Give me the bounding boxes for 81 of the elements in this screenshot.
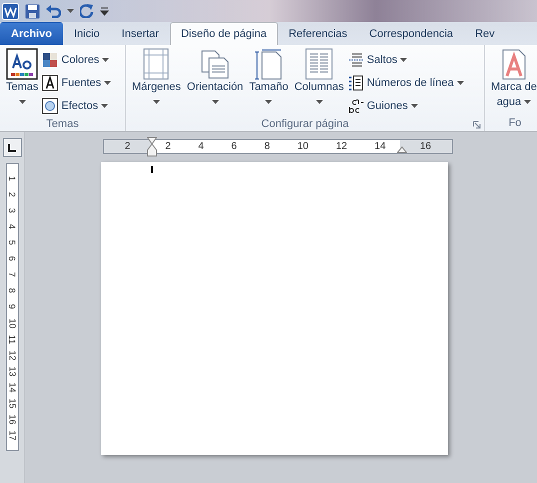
hyphenation-icon: [348, 98, 364, 114]
ruler-number: 1: [8, 176, 16, 181]
ribbon-small-button[interactable]: Saltos: [348, 49, 464, 70]
ruler-number: 9: [8, 304, 16, 310]
save-icon[interactable]: [25, 4, 40, 18]
ruler-number: 14: [8, 382, 16, 392]
ribbon-small-button[interactable]: Fuentes: [42, 72, 112, 93]
ribbon-large-button[interactable]: Márgenes: [130, 48, 183, 116]
ruler-number: 13: [8, 366, 16, 376]
ribbon-large-button[interactable]: Columnas: [292, 48, 346, 116]
ruler-number: 4: [198, 141, 204, 152]
ribbon-small-button[interactable]: Números de línea: [348, 72, 464, 93]
dropdown-arrow-icon: [265, 100, 272, 104]
dropdown-arrow-icon: [400, 58, 408, 62]
ruler-number: 16: [420, 141, 432, 152]
ruler-number: 17: [8, 430, 16, 441]
ruler-number: 5: [8, 240, 16, 245]
group-label: Temas: [46, 118, 79, 130]
ruler-number: 8: [264, 141, 270, 152]
ribbon-small-button[interactable]: Efectos: [42, 95, 112, 116]
dropdown-arrow-icon: [524, 100, 532, 104]
ribbon-tab[interactable]: Inicio: [62, 22, 111, 45]
dropdown-arrow-icon: [410, 104, 418, 108]
themes-icon: [6, 48, 38, 80]
ruler-number: 2: [8, 192, 16, 197]
ruler-number: 12: [8, 350, 16, 360]
ribbon-tab[interactable]: Referencias: [278, 22, 358, 45]
ribbon-large-button[interactable]: Temas: [4, 48, 40, 116]
ribbon-tab[interactable]: Correspondencia: [358, 22, 464, 45]
dropdown-arrow-icon: [104, 80, 112, 84]
ruler-number: 15: [8, 398, 16, 409]
ruler-number: 3: [8, 208, 16, 213]
redo-icon[interactable]: [80, 4, 94, 18]
dropdown-arrow-icon: [456, 80, 464, 84]
color-palette-icon: [42, 52, 58, 68]
dialog-launcher-icon[interactable]: [473, 121, 481, 129]
dropdown-arrow-icon: [67, 9, 74, 13]
font-letter-icon: [42, 74, 58, 90]
columns-icon: [303, 48, 336, 80]
ribbon-tab[interactable]: Insertar: [110, 22, 170, 45]
ribbon-small-button[interactable]: Guiones: [348, 95, 464, 116]
ruler-number: 6: [231, 141, 237, 152]
dropdown-arrow-icon: [212, 100, 219, 104]
ruler-number: 8: [8, 288, 16, 294]
ruler-number: 16: [8, 414, 16, 425]
dropdown-arrow-icon: [102, 58, 110, 62]
line-numbers-icon: [348, 74, 364, 90]
undo-icon[interactable]: [46, 4, 61, 18]
left-tab-icon: [8, 144, 16, 152]
ruler-number: 10: [297, 141, 308, 152]
text-cursor: [151, 166, 153, 173]
tab-stop-selector[interactable]: [2, 138, 22, 157]
effects-circle-icon: [42, 98, 58, 114]
ruler-number: 2: [165, 141, 171, 152]
ruler-number: 10: [8, 318, 16, 328]
dropdown-arrow-icon: [152, 100, 160, 104]
ribbon-large-button[interactable]: Marca de agua: [489, 48, 537, 114]
dropdown-arrow-icon: [18, 100, 26, 104]
ribbon-large-button[interactable]: Orientación: [184, 48, 246, 116]
dropdown-arrow-icon: [316, 100, 323, 104]
ruler-number: 7: [8, 272, 16, 278]
ribbon-tab[interactable]: Rev: [464, 22, 506, 45]
ribbon-large-button[interactable]: Tamaño: [247, 48, 290, 116]
customize-toolbar-icon[interactable]: [100, 6, 109, 16]
indent-marker-icon[interactable]: [146, 137, 156, 157]
page-break-icon: [348, 52, 364, 68]
ruler-number: 11: [8, 334, 16, 344]
word-logo-icon[interactable]: [2, 2, 19, 20]
ruler-number: 2: [124, 141, 130, 152]
ruler-number: 14: [374, 141, 386, 152]
ruler-number: 12: [336, 141, 348, 152]
right-indent-marker-icon[interactable]: [396, 146, 406, 153]
orientation-pages-icon: [199, 48, 232, 80]
ribbon-small-button[interactable]: Colores: [42, 49, 112, 70]
group-label: Configurar página: [261, 118, 349, 130]
ruler-number: 4: [8, 224, 16, 229]
ruler-number: 6: [8, 256, 16, 262]
dropdown-arrow-icon: [101, 104, 108, 108]
file-tab[interactable]: Archivo: [0, 22, 63, 45]
ribbon-tab[interactable]: Diseño de página: [170, 22, 278, 45]
group-label: Fo: [508, 116, 522, 128]
